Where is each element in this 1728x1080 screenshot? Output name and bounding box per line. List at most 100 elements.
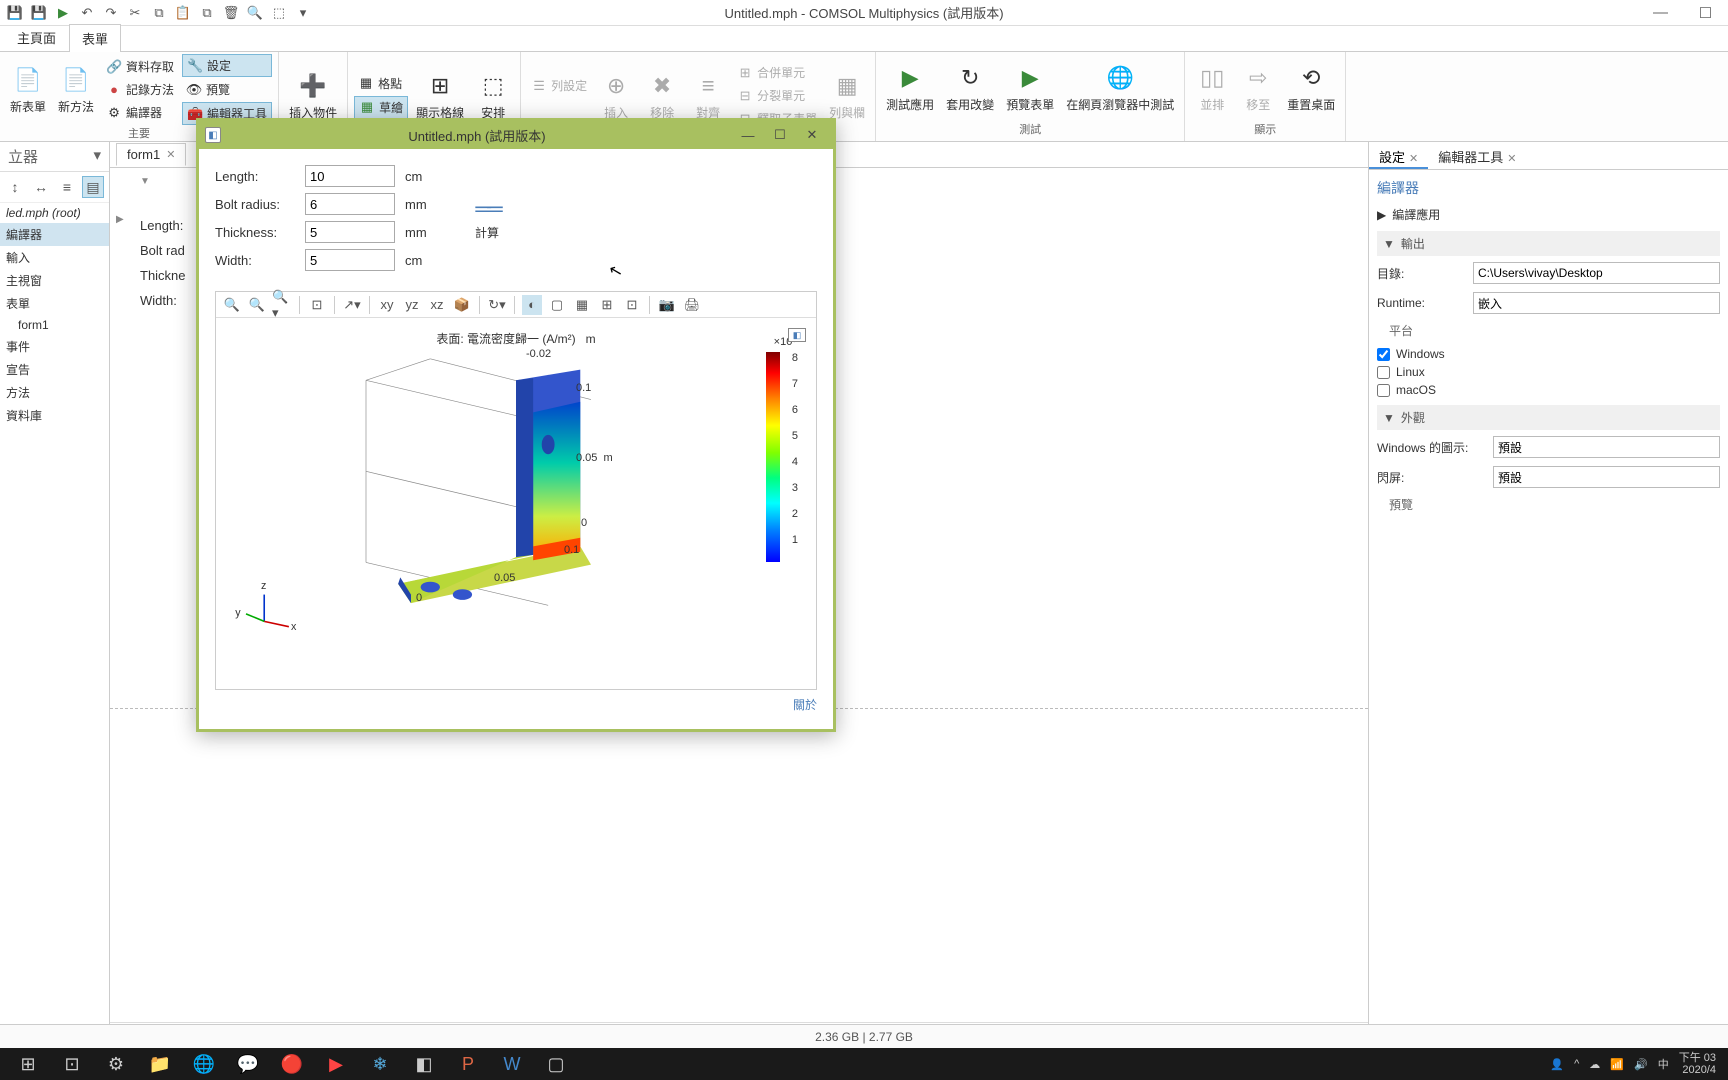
play-icon[interactable]: ▶ xyxy=(54,4,72,22)
tree-form1[interactable]: form1 xyxy=(0,315,109,335)
compiler-button[interactable]: ⚙編譯器 xyxy=(102,102,178,123)
grid-plot-icon[interactable]: ⊞ xyxy=(597,295,617,315)
paste-icon[interactable]: 📋 xyxy=(174,4,192,22)
app2-icon[interactable]: ❄ xyxy=(358,1048,402,1080)
tree-expand-icon[interactable]: ↕ xyxy=(4,176,26,198)
app3-icon[interactable]: ▢ xyxy=(534,1048,578,1080)
plot-detach-icon[interactable]: ◧ xyxy=(788,328,806,342)
taskbar-clock[interactable]: 下午 03 2020/4 xyxy=(1679,1052,1716,1076)
people-icon[interactable]: 👤 xyxy=(1550,1058,1564,1071)
close-tab-icon[interactable]: ✕ xyxy=(166,148,175,161)
dir-input[interactable] xyxy=(1473,262,1720,284)
tree-input[interactable]: 輸入 xyxy=(0,246,109,269)
tab-form[interactable]: 表單 xyxy=(69,24,121,52)
saveas-icon[interactable]: 💾 xyxy=(30,4,48,22)
powerpoint-icon[interactable]: P xyxy=(446,1048,490,1080)
record-method-button[interactable]: ●記錄方法 xyxy=(102,79,178,100)
width-input[interactable] xyxy=(305,249,395,271)
macos-checkbox[interactable]: macOS xyxy=(1377,381,1720,399)
tree-sync-icon[interactable]: ≡ xyxy=(56,176,78,198)
preview-button[interactable]: 👁預覽 xyxy=(182,79,272,100)
tree-view-icon[interactable]: ▤ xyxy=(82,176,104,198)
copy-icon[interactable]: ⧉ xyxy=(150,4,168,22)
tree-libraries[interactable]: 資料庫 xyxy=(0,404,109,427)
maximize-button[interactable]: ☐ xyxy=(1683,0,1728,26)
tree-collapse-icon[interactable]: ↔ xyxy=(30,176,52,198)
volume-icon[interactable]: 🔊 xyxy=(1634,1058,1648,1071)
grid-button[interactable]: ▦格點 xyxy=(354,73,408,94)
dropdown-icon[interactable]: ▾ xyxy=(294,4,312,22)
perspective-icon[interactable]: 📦 xyxy=(452,295,472,315)
test-app-button[interactable]: ▶測試應用 xyxy=(882,60,938,115)
app1-icon[interactable]: 🌐 xyxy=(182,1048,226,1080)
about-link[interactable]: 關於 xyxy=(215,696,817,713)
tree-compiler[interactable]: 編譯器 xyxy=(0,223,109,246)
comsol-icon[interactable]: ◧ xyxy=(402,1048,446,1080)
apply-changes-button[interactable]: ↻套用改變 xyxy=(942,60,998,115)
modal-minimize-button[interactable]: — xyxy=(733,124,763,146)
arrange-button[interactable]: ⬚安排 xyxy=(472,68,514,123)
save-icon[interactable]: 💾 xyxy=(6,4,24,22)
axes-icon[interactable]: ⊡ xyxy=(622,295,642,315)
select-icon[interactable]: ⬚ xyxy=(270,4,288,22)
snapshot-icon[interactable]: 📷 xyxy=(657,295,677,315)
show-grid-button[interactable]: ⊞顯示格線 xyxy=(412,68,468,123)
new-form-button[interactable]: 📄新表單 xyxy=(6,62,50,117)
taskview-icon[interactable]: ⊡ xyxy=(50,1048,94,1080)
minimize-button[interactable]: — xyxy=(1638,0,1683,26)
zoom-in-icon[interactable]: 🔍 xyxy=(222,295,242,315)
network-icon[interactable]: 📶 xyxy=(1610,1058,1624,1071)
wireframe-icon[interactable]: ▦ xyxy=(572,295,592,315)
tray-chevron-icon[interactable]: ^ xyxy=(1574,1058,1579,1070)
tree-methods[interactable]: 方法 xyxy=(0,381,109,404)
icon-select[interactable] xyxy=(1493,436,1720,458)
compute-button[interactable]: ══ 計算 xyxy=(475,196,499,241)
youtube-icon[interactable]: ▶ xyxy=(314,1048,358,1080)
xz-view-icon[interactable]: xz xyxy=(427,295,447,315)
runtime-select[interactable] xyxy=(1473,292,1720,314)
yz-view-icon[interactable]: yz xyxy=(402,295,422,315)
windows-checkbox[interactable]: Windows xyxy=(1377,345,1720,363)
compile-app-button[interactable]: ▶編譯應用 xyxy=(1377,204,1720,225)
settings-taskbar-icon[interactable]: ⚙ xyxy=(94,1048,138,1080)
light-icon[interactable]: ◐ xyxy=(522,295,542,315)
print-icon[interactable]: 🖨 xyxy=(682,295,702,315)
preview-form-button[interactable]: ▶預覽表單 xyxy=(1002,60,1058,115)
length-input[interactable] xyxy=(305,165,395,187)
redo-icon[interactable]: ↷ xyxy=(102,4,120,22)
sketch-button[interactable]: ▦草繪 xyxy=(354,96,408,119)
test-browser-button[interactable]: 🌐在網頁瀏覽器中測試 xyxy=(1062,60,1178,115)
reset-desktop-button[interactable]: ⟲重置桌面 xyxy=(1283,60,1339,115)
thickness-input[interactable] xyxy=(305,221,395,243)
section-appearance[interactable]: ▼外觀 xyxy=(1377,405,1720,430)
rotate-icon[interactable]: ↗▾ xyxy=(342,295,362,315)
tree-main-window[interactable]: 主視窗 xyxy=(0,269,109,292)
splash-select[interactable] xyxy=(1493,466,1720,488)
close-editor-tools-icon[interactable]: ✕ xyxy=(1507,153,1516,165)
close-settings-icon[interactable]: ✕ xyxy=(1409,153,1418,165)
start-button[interactable]: ⊞ xyxy=(6,1048,50,1080)
transparency-icon[interactable]: ▢ xyxy=(547,295,567,315)
cloud-icon[interactable]: ☁ xyxy=(1589,1058,1600,1071)
tree-declarations[interactable]: 宣告 xyxy=(0,358,109,381)
insert-object-button[interactable]: ➕插入物件 xyxy=(285,68,341,123)
boltradius-input[interactable] xyxy=(305,193,395,215)
tree-events[interactable]: 事件 xyxy=(0,335,109,358)
ime-indicator[interactable]: 中 xyxy=(1658,1056,1669,1072)
linux-checkbox[interactable]: Linux xyxy=(1377,363,1720,381)
explorer-icon[interactable]: 📁 xyxy=(138,1048,182,1080)
find-icon[interactable]: 🔍 xyxy=(246,4,264,22)
plot-3d[interactable]: z x y xyxy=(216,318,816,689)
tab-main[interactable]: 主頁面 xyxy=(4,23,69,51)
modal-maximize-button[interactable]: ☐ xyxy=(765,124,795,146)
modal-titlebar[interactable]: ◧ Untitled.mph (試用版本) — ☐ ✕ xyxy=(199,121,833,149)
line-icon[interactable]: 💬 xyxy=(226,1048,270,1080)
zoom-box-icon[interactable]: 🔍▾ xyxy=(272,295,292,315)
duplicate-icon[interactable]: ⧉ xyxy=(198,4,216,22)
doc-tab-form1[interactable]: form1 ✕ xyxy=(116,143,186,166)
settings-button[interactable]: 🔧設定 xyxy=(182,54,272,77)
data-access-button[interactable]: 🔗資料存取 xyxy=(102,56,178,77)
chrome-icon[interactable]: 🔴 xyxy=(270,1048,314,1080)
word-icon[interactable]: W xyxy=(490,1048,534,1080)
zoom-out-icon[interactable]: 🔍 xyxy=(247,295,267,315)
